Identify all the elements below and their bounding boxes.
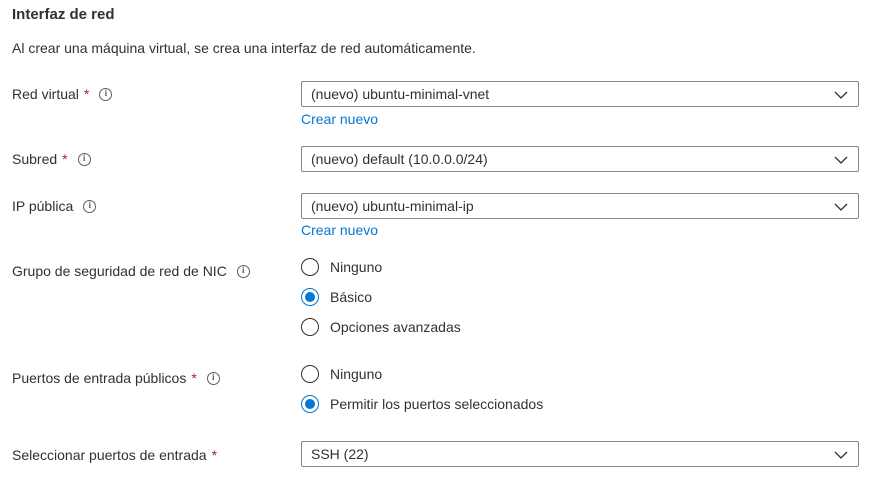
nsg-option-basic[interactable]: Básico — [301, 288, 372, 306]
radio-label: Permitir los puertos seleccionados — [330, 396, 544, 412]
radio-circle[interactable] — [301, 258, 319, 276]
subnet-dropdown-value: (nuevo) default (10.0.0.0/24) — [311, 151, 488, 167]
public-ip-dropdown[interactable]: (nuevo) ubuntu-minimal-ip — [301, 193, 859, 219]
chevron-down-icon — [834, 203, 848, 211]
public-ports-label-row: Puertos de entrada públicos * — [12, 370, 220, 386]
radio-circle[interactable] — [301, 318, 319, 336]
info-icon[interactable] — [77, 152, 91, 166]
public-ip-dropdown-value: (nuevo) ubuntu-minimal-ip — [311, 198, 474, 214]
info-icon[interactable] — [206, 371, 220, 385]
inbound-ports-dropdown[interactable]: SSH (22) — [301, 441, 859, 467]
info-icon[interactable] — [83, 199, 97, 213]
vnet-dropdown[interactable]: (nuevo) ubuntu-minimal-vnet — [301, 81, 859, 107]
nsg-option-advanced[interactable]: Opciones avanzadas — [301, 318, 461, 336]
required-marker: * — [191, 370, 197, 386]
section-description: Al crear una máquina virtual, se crea un… — [12, 40, 476, 56]
public-ports-option-none[interactable]: Ninguno — [301, 365, 382, 383]
public-ports-option-allow[interactable]: Permitir los puertos seleccionados — [301, 395, 543, 413]
inbound-ports-dropdown-value: SSH (22) — [311, 446, 369, 462]
subnet-label-row: Subred * — [12, 151, 91, 167]
vnet-label-row: Red virtual * — [12, 86, 113, 102]
required-marker: * — [211, 447, 218, 463]
radio-circle-selected[interactable] — [301, 288, 319, 306]
radio-label: Opciones avanzadas — [330, 319, 461, 335]
vnet-create-new-link[interactable]: Crear nuevo — [301, 111, 378, 127]
public-ip-label-row: IP pública — [12, 198, 97, 214]
chevron-down-icon — [834, 451, 848, 459]
subnet-label: Subred — [12, 151, 58, 167]
radio-circle-selected[interactable] — [301, 395, 319, 413]
radio-label: Ninguno — [330, 259, 383, 275]
public-ip-create-new-link[interactable]: Crear nuevo — [301, 222, 378, 238]
vnet-dropdown-value: (nuevo) ubuntu-minimal-vnet — [311, 86, 490, 102]
subnet-dropdown[interactable]: (nuevo) default (10.0.0.0/24) — [301, 146, 859, 172]
inbound-ports-label: Seleccionar puertos de entrada — [12, 447, 207, 463]
nsg-option-none[interactable]: Ninguno — [301, 258, 382, 276]
chevron-down-icon — [834, 156, 848, 164]
inbound-ports-label-row: Seleccionar puertos de entrada * — [12, 447, 217, 463]
info-icon[interactable] — [236, 264, 250, 278]
radio-label: Básico — [330, 289, 373, 305]
chevron-down-icon — [834, 91, 848, 99]
info-icon[interactable] — [99, 87, 113, 101]
radio-circle[interactable] — [301, 365, 319, 383]
section-title: Interfaz de red — [12, 6, 115, 23]
required-marker: * — [83, 86, 90, 102]
radio-label: Ninguno — [330, 366, 383, 382]
public-ip-label: IP pública — [12, 198, 74, 214]
nsg-label-row: Grupo de seguridad de red de NIC — [12, 263, 250, 279]
public-ports-label: Puertos de entrada públicos — [12, 370, 187, 386]
nsg-label: Grupo de seguridad de red de NIC — [12, 263, 227, 279]
required-marker: * — [62, 151, 68, 167]
vnet-label: Red virtual — [12, 86, 79, 102]
